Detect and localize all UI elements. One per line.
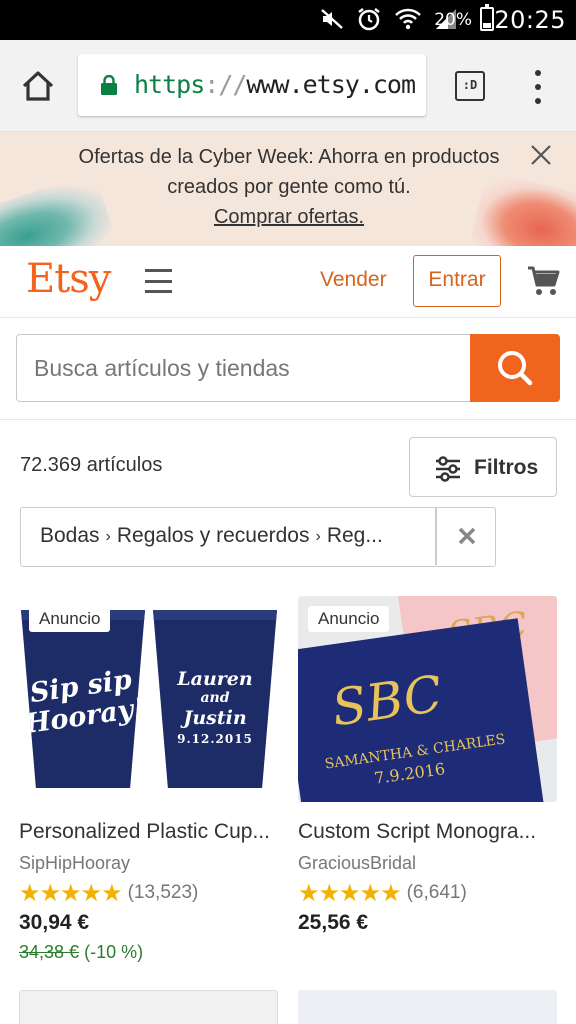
close-icon[interactable] [526,140,556,170]
banner-text: Ofertas de la Cyber Week: Ahorra en prod… [64,142,514,232]
breadcrumb-item[interactable]: Regalos y recuerdos [117,524,310,547]
product-price: 25,56 € [298,911,369,934]
search-input[interactable]: Busca artículos y tiendas [16,334,472,402]
shop-name: SipHipHooray [19,853,131,873]
shop-name: GraciousBridal [298,853,417,873]
lock-icon [101,75,117,95]
clock: 20:25 [494,6,566,34]
browser-toolbar: https://www.etsy.com :D [0,40,576,132]
product-title[interactable]: Personalized Plastic Cup... [19,820,281,844]
url-bar[interactable]: https://www.etsy.com [78,54,426,116]
status-bar: 20% 20:25 [0,0,576,40]
chevron-right-icon: › [105,528,111,545]
original-price: 34,38 € [19,942,80,962]
url-text: https://www.etsy.com [134,70,416,99]
cup-graphic: Lauren and Justin 9.12.2015 [153,610,277,788]
tabs-button[interactable]: :D [455,71,485,101]
alarm-icon [358,8,380,31]
breadcrumb-divider [435,508,437,565]
product-rating: ★★★★★ (6,641) [298,879,558,907]
result-count: 72.369 artículos [20,454,163,476]
search-section: Busca artículos y tiendas [0,318,576,420]
review-count: (13,523) [127,882,199,903]
original-price-row: 34,38 € (-10 %) [19,942,279,963]
promo-banner: Ofertas de la Cyber Week: Ahorra en prod… [0,132,576,246]
hamburger-menu-icon[interactable] [145,269,172,293]
etsy-logo[interactable]: Etsy [26,256,111,302]
product-rating: ★★★★★ (13,523) [19,879,279,907]
breadcrumb-trail: Bodas › Regalos y recuerdos › Reg... [40,524,420,548]
product-image-peek[interactable] [298,990,557,1024]
star-rating-icon: ★★★★★ [298,879,402,907]
banner-cta-link[interactable]: Comprar ofertas. [64,202,514,232]
product-card[interactable]: Anuncio Sip sip Hooray! Lauren and Justi… [19,596,279,963]
cup-graphic: Sip sip Hooray! [21,610,145,788]
ad-badge: Anuncio [308,606,390,632]
sliders-icon [436,456,460,482]
ad-badge: Anuncio [29,606,111,632]
category-breadcrumb[interactable]: Bodas › Regalos y recuerdos › Reg... [20,507,496,567]
discount-label: (-10 %) [84,942,144,962]
home-icon[interactable] [18,66,58,106]
product-card[interactable]: SBC Anuncio SBC SAMANTHA & CHARLES 7.9.2… [298,596,558,935]
battery-icon [480,4,494,31]
review-count: (6,641) [406,882,467,903]
product-price: 30,94 € [19,911,90,934]
product-title[interactable]: Custom Script Monogra... [298,820,560,844]
overflow-menu-icon[interactable] [526,70,550,104]
chevron-right-icon: › [315,528,321,545]
sell-link[interactable]: Vender [320,268,387,292]
star-rating-icon: ★★★★★ [19,879,123,907]
battery-percent: 20% [434,10,472,30]
sign-in-button[interactable]: Entrar [413,255,501,307]
filters-button[interactable]: Filtros [409,437,557,497]
product-image-peek[interactable] [19,990,278,1024]
breadcrumb-item[interactable]: Bodas [40,524,100,547]
product-image[interactable]: SBC Anuncio SBC SAMANTHA & CHARLES 7.9.2… [298,596,557,802]
search-icon [498,351,533,386]
search-button[interactable] [470,334,560,402]
clear-category-icon[interactable] [455,524,479,548]
product-image[interactable]: Anuncio Sip sip Hooray! Lauren and Justi… [19,596,278,802]
breadcrumb-item[interactable]: Reg... [327,524,383,547]
filters-label: Filtros [474,456,539,479]
site-header: Etsy Vender Entrar [0,246,576,318]
mute-icon [321,9,343,29]
wifi-icon [395,8,421,30]
banner-message: Ofertas de la Cyber Week: Ahorra en prod… [78,146,500,198]
cart-icon[interactable] [526,264,560,298]
